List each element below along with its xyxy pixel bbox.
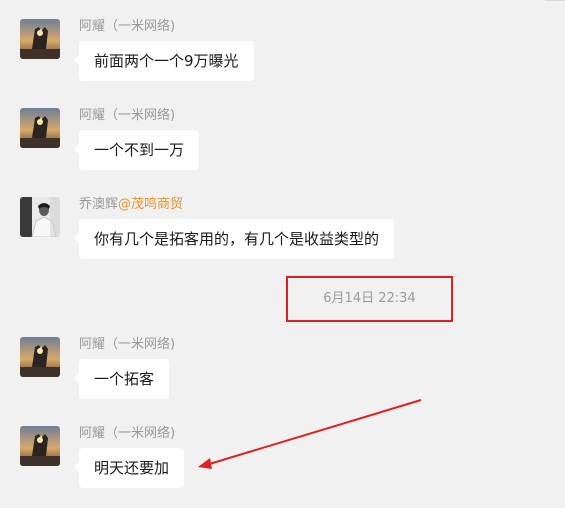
annotation-arrow-icon — [198, 399, 422, 469]
